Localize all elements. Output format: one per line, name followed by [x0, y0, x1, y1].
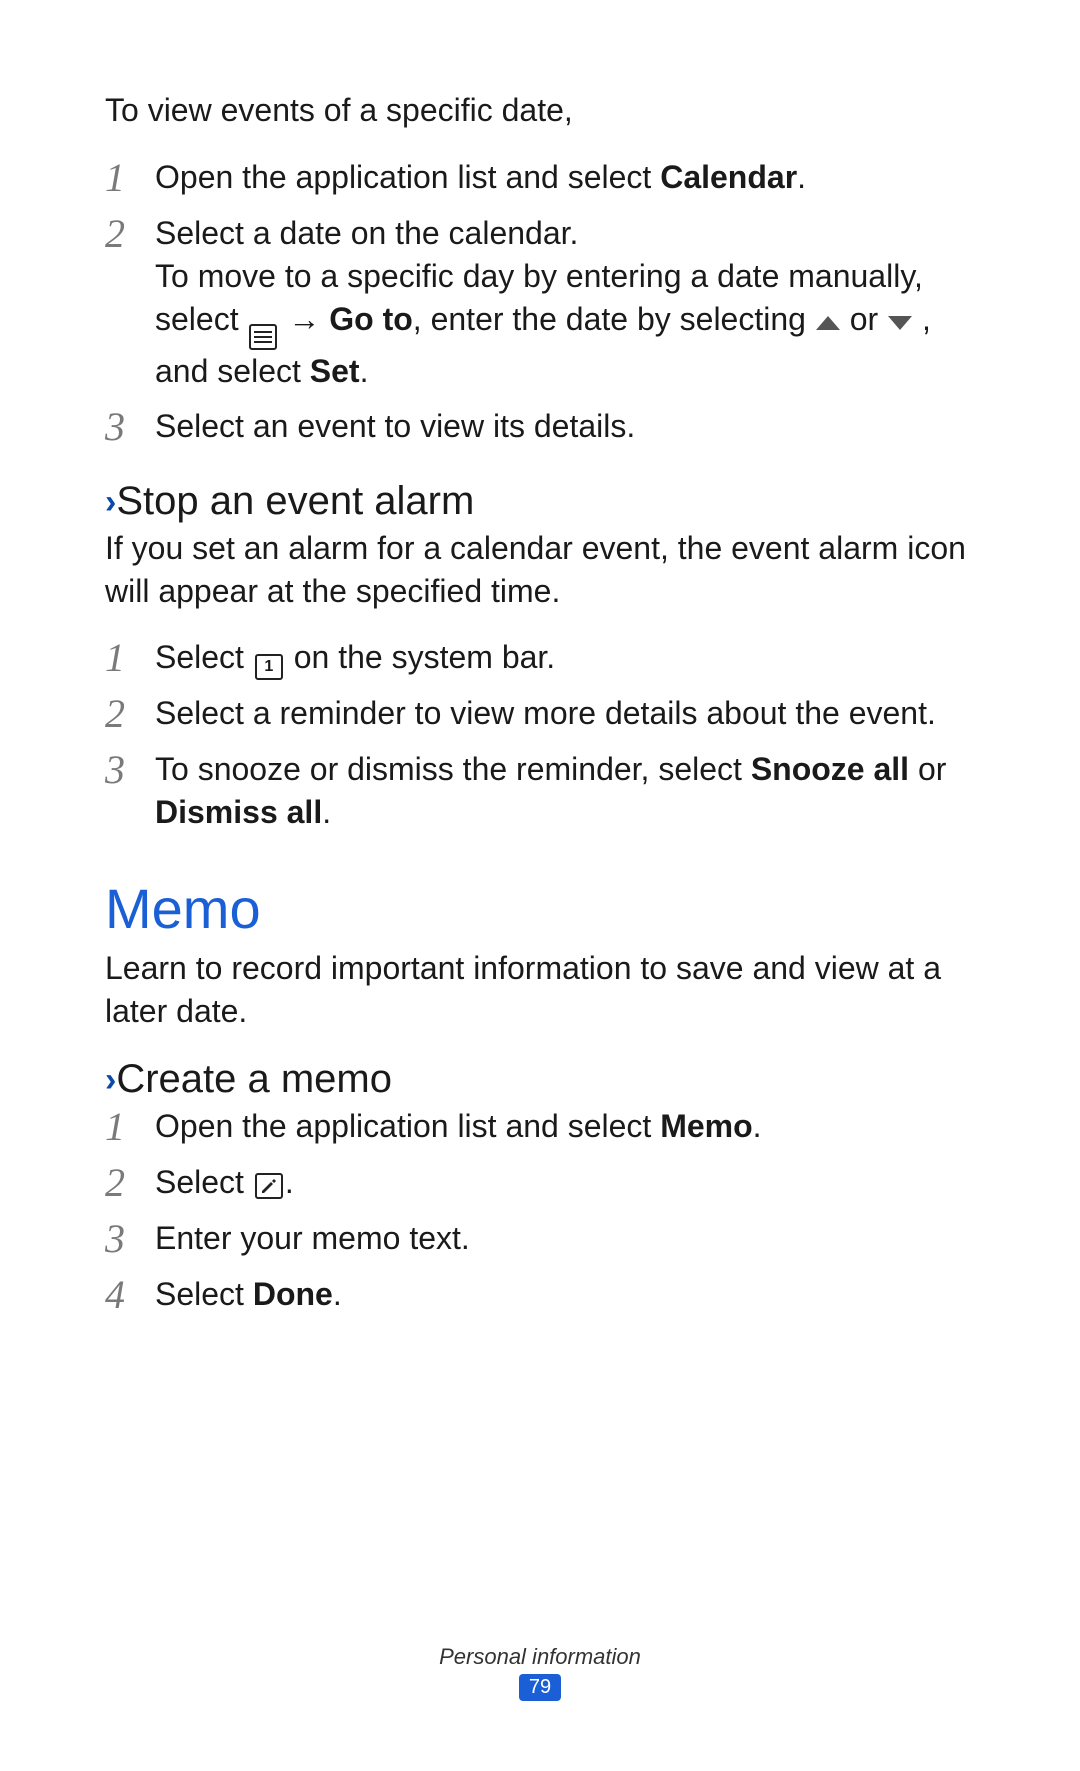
edit-icon [255, 1173, 283, 1199]
subheading-text: Create a memo [116, 1057, 392, 1101]
step-text: Select an event to view its details. [155, 405, 975, 449]
list-item: 2 Select a reminder to view more details… [105, 692, 975, 736]
text-bold: Done [253, 1276, 333, 1312]
step-number: 1 [105, 636, 155, 680]
step-text: Select a reminder to view more details a… [155, 692, 975, 736]
steps-list-3: 1 Open the application list and select M… [105, 1105, 975, 1317]
intro-text: To view events of a specific date, [105, 90, 975, 132]
step-text: Select Done. [155, 1273, 975, 1317]
text: . [753, 1108, 762, 1144]
menu-icon [249, 324, 277, 350]
subheading-create-memo: ›Create a memo [105, 1055, 975, 1103]
step-text: Select a date on the calendar. To move t… [155, 212, 975, 394]
step-text: To snooze or dismiss the reminder, selec… [155, 748, 975, 834]
text-bold: Dismiss all [155, 794, 322, 830]
text-bold: Go to [329, 301, 413, 337]
text: . [322, 794, 331, 830]
step-text: Select . [155, 1161, 975, 1205]
subheading-stop-alarm: ›Stop an event alarm [105, 477, 975, 525]
step-number: 1 [105, 1105, 155, 1149]
list-item: 2 Select . [105, 1161, 975, 1205]
text: or [841, 301, 887, 337]
text: Select [155, 1276, 253, 1312]
page-footer: Personal information 79 [0, 1644, 1080, 1701]
text: To snooze or dismiss the reminder, selec… [155, 751, 751, 787]
list-item: 4 Select Done. [105, 1273, 975, 1317]
page-number: 79 [519, 1674, 561, 1701]
text: . [333, 1276, 342, 1312]
text: Select [155, 639, 253, 675]
text: , enter the date by selecting [413, 301, 815, 337]
list-item: 1 Select 1 on the system bar. [105, 636, 975, 680]
list-item: 1 Open the application list and select M… [105, 1105, 975, 1149]
sub-description: If you set an alarm for a calendar event… [105, 527, 975, 613]
step-number: 3 [105, 748, 155, 834]
step-number: 3 [105, 1217, 155, 1261]
step-number: 1 [105, 156, 155, 200]
step-number: 3 [105, 405, 155, 449]
text-bold: Snooze all [751, 751, 909, 787]
text: or [909, 751, 946, 787]
text: Select a date on the calendar. [155, 212, 975, 255]
arrow-down-icon [888, 316, 912, 330]
list-item: 1 Open the application list and select C… [105, 156, 975, 200]
list-item: 3 Select an event to view its details. [105, 405, 975, 449]
step-number: 2 [105, 692, 155, 736]
text: . [285, 1164, 294, 1200]
arrow-up-icon [816, 316, 840, 330]
text: → [279, 301, 329, 337]
text: Select [155, 1164, 253, 1200]
list-item: 3 Enter your memo text. [105, 1217, 975, 1261]
notification-icon: 1 [255, 654, 283, 680]
step-text: Open the application list and select Mem… [155, 1105, 975, 1149]
list-item: 3 To snooze or dismiss the reminder, sel… [105, 748, 975, 834]
steps-list-2: 1 Select 1 on the system bar. 2 Select a… [105, 636, 975, 834]
footer-section-label: Personal information [0, 1644, 1080, 1670]
text-bold: Set [310, 353, 360, 389]
chevron-icon: › [105, 483, 112, 521]
text: To move to a specific day by entering a … [155, 255, 975, 393]
text: . [797, 159, 806, 195]
step-number: 2 [105, 1161, 155, 1205]
steps-list-1: 1 Open the application list and select C… [105, 156, 975, 450]
manual-page: To view events of a specific date, 1 Ope… [0, 0, 1080, 1317]
subheading-text: Stop an event alarm [116, 479, 474, 523]
step-text: Open the application list and select Cal… [155, 156, 975, 200]
text: on the system bar. [294, 639, 555, 675]
list-item: 2 Select a date on the calendar. To move… [105, 212, 975, 394]
chevron-icon: › [105, 1061, 112, 1099]
text: Open the application list and select [155, 1108, 660, 1144]
step-text: Enter your memo text. [155, 1217, 975, 1261]
text: Open the application list and select [155, 159, 660, 195]
step-number: 2 [105, 212, 155, 394]
text: . [360, 353, 369, 389]
step-number: 4 [105, 1273, 155, 1317]
step-text: Select 1 on the system bar. [155, 636, 975, 680]
text-bold: Calendar [660, 159, 797, 195]
text-bold: Memo [660, 1108, 752, 1144]
section-description: Learn to record important information to… [105, 947, 975, 1033]
section-title-memo: Memo [105, 876, 975, 941]
